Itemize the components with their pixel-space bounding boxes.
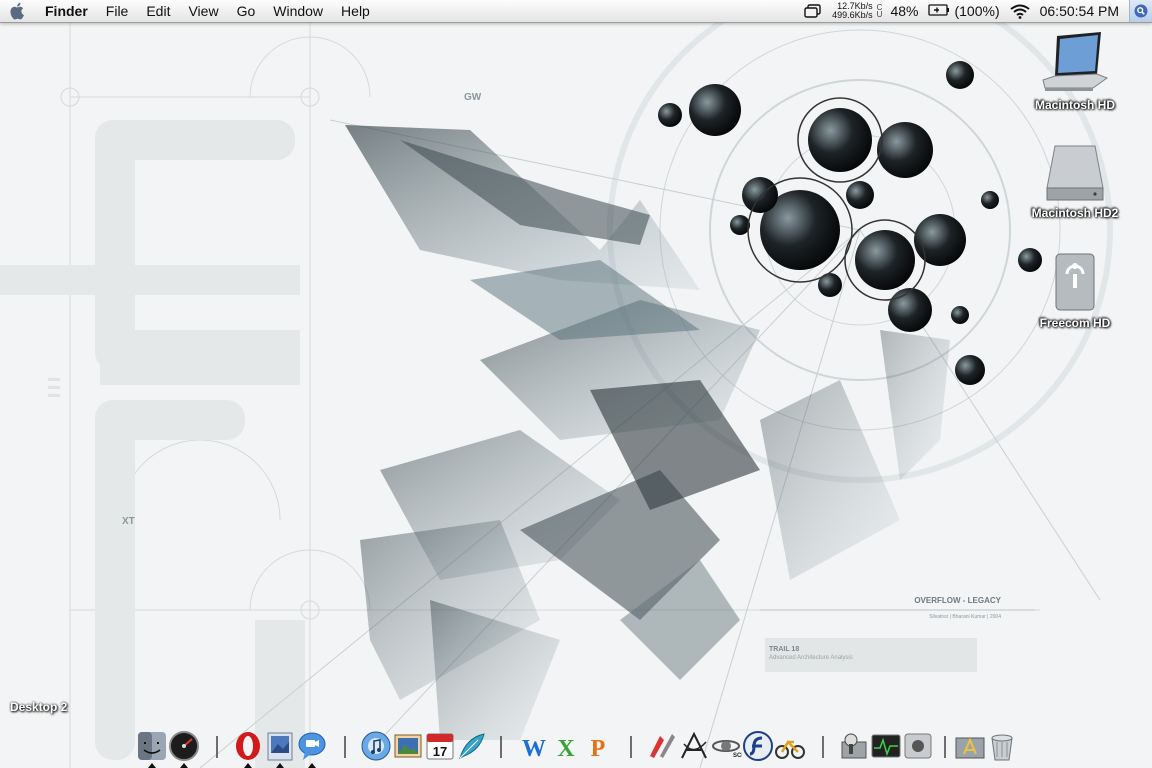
dock-item-dashboard[interactable] bbox=[168, 730, 200, 768]
dock-item-activity-monitor[interactable] bbox=[870, 730, 902, 764]
feather-icon bbox=[459, 733, 485, 759]
menu-bar: Finder File Edit View Go Window Help 12.… bbox=[0, 0, 1152, 23]
svg-text:X: X bbox=[557, 736, 575, 762]
wallpaper-tag-xt: XT bbox=[122, 516, 135, 527]
battery-plug-icon bbox=[928, 3, 950, 19]
dock-item-finder[interactable] bbox=[136, 730, 168, 768]
dock-item-itunes[interactable] bbox=[360, 730, 392, 764]
laptop-icon bbox=[1042, 32, 1109, 91]
paint-icon bbox=[650, 734, 675, 758]
dock-item-utility[interactable] bbox=[774, 730, 806, 764]
menu-edit[interactable]: Edit bbox=[137, 0, 179, 22]
powerpoint-icon: P bbox=[591, 736, 606, 762]
menu-file[interactable]: File bbox=[97, 0, 138, 22]
applications-folder-icon bbox=[955, 737, 985, 759]
menu-help[interactable]: Help bbox=[332, 0, 379, 22]
svg-text:W: W bbox=[522, 736, 546, 762]
dock-separator bbox=[344, 736, 346, 758]
battery-status[interactable]: (100%) bbox=[928, 0, 1000, 22]
activity-monitor-icon bbox=[871, 734, 901, 758]
firewire-drive-icon bbox=[1055, 253, 1095, 311]
dock-item-preview[interactable] bbox=[264, 730, 296, 768]
legend-credit: Silvatrez | Bharani Kumar | 2004 bbox=[929, 614, 1001, 620]
dock-separator bbox=[500, 736, 502, 758]
dock-item-iphoto[interactable] bbox=[392, 730, 424, 764]
trail-box-title: TRAIL 18 bbox=[769, 646, 799, 653]
menubar-clock[interactable]: 06:50:54 PM bbox=[1040, 3, 1119, 19]
network-throughput[interactable]: 12.7Kb/s 499.6Kb/s bbox=[832, 2, 873, 20]
itunes-icon bbox=[361, 731, 391, 761]
dock-item-word[interactable]: W bbox=[518, 730, 550, 764]
running-indicator bbox=[148, 763, 156, 768]
running-indicator bbox=[276, 763, 284, 768]
running-indicator bbox=[244, 763, 252, 768]
dock-item-ichat[interactable] bbox=[296, 730, 328, 768]
apple-prefs-icon bbox=[904, 733, 932, 759]
menu-window[interactable]: Window bbox=[264, 0, 332, 22]
spaces-icon[interactable] bbox=[804, 0, 822, 22]
finder-icon bbox=[138, 732, 166, 760]
dashboard-icon bbox=[169, 731, 199, 761]
desktop-icon-label: Freecom HD bbox=[1039, 316, 1111, 330]
iphoto-icon bbox=[394, 734, 422, 758]
apple-menu-icon[interactable] bbox=[0, 0, 36, 22]
dock-item-applications[interactable] bbox=[954, 730, 986, 764]
ical-date: 17 bbox=[433, 744, 447, 759]
disk-utility-icon bbox=[841, 733, 867, 759]
dock-separator bbox=[944, 736, 946, 758]
dock-separator bbox=[630, 736, 632, 758]
menu-app-name[interactable]: Finder bbox=[36, 0, 97, 22]
dock-separator bbox=[216, 736, 218, 758]
opera-icon bbox=[236, 732, 260, 760]
trash-icon bbox=[991, 734, 1013, 761]
running-indicator bbox=[180, 763, 188, 768]
wallpaper-tag-gw: GW bbox=[464, 92, 482, 103]
dock-separator bbox=[822, 736, 824, 758]
dock-item-ical[interactable]: 17 bbox=[424, 730, 456, 764]
hard-drive-icon bbox=[1046, 145, 1104, 201]
dock-item-textedit[interactable] bbox=[456, 730, 488, 764]
net-download-rate: 499.6Kb/s bbox=[832, 10, 873, 20]
desktop-icon-label: Macintosh HD2 bbox=[1031, 206, 1119, 220]
dock-item-scp[interactable]: SCP bbox=[710, 730, 742, 764]
ichat-icon bbox=[298, 732, 326, 760]
desktop-icon-label: Macintosh HD bbox=[1034, 98, 1115, 112]
legend-title: OVERFLOW - LEGACY bbox=[914, 596, 1001, 605]
space-indicator: Desktop 2 bbox=[10, 700, 68, 714]
bike-icon bbox=[775, 739, 805, 759]
dock-item-powerpoint[interactable]: P bbox=[582, 730, 614, 764]
svg-text:P: P bbox=[591, 736, 606, 762]
menu-go[interactable]: Go bbox=[228, 0, 265, 22]
trail-box-subtitle: Advanced Architecture Analysis bbox=[769, 655, 853, 661]
cpu-gauge[interactable]: C U bbox=[876, 4, 883, 19]
excel-icon: X bbox=[557, 736, 575, 762]
dock-item-excel[interactable]: X bbox=[550, 730, 582, 764]
dock-item-sketch[interactable] bbox=[646, 730, 678, 764]
desktop-icon-macintosh-hd2[interactable]: Macintosh HD2 bbox=[1020, 142, 1130, 220]
acrobat-icon bbox=[681, 731, 707, 759]
desktop-wallpaper: GW XT OVERFLOW - LEGACY Silvatrez | Bhar… bbox=[0, 0, 1152, 768]
svg-text:SCP: SCP bbox=[733, 753, 742, 759]
running-indicator bbox=[308, 763, 316, 768]
dock-item-acrobat[interactable] bbox=[678, 730, 710, 764]
battery-percent: (100%) bbox=[954, 3, 1000, 19]
cpu-percent[interactable]: 48% bbox=[890, 0, 918, 22]
gauge-label-u: U bbox=[876, 10, 883, 19]
dock: 17 W X P SC bbox=[132, 730, 1032, 768]
ical-icon: 17 bbox=[426, 733, 454, 760]
dock-item-disk-utility[interactable] bbox=[838, 730, 870, 764]
menu-view[interactable]: View bbox=[179, 0, 227, 22]
dock-item-system-prefs[interactable] bbox=[902, 730, 934, 764]
dock-item-trash[interactable] bbox=[986, 730, 1018, 764]
desktop-icon-macintosh-hd[interactable]: Macintosh HD bbox=[1020, 30, 1130, 112]
flash-icon bbox=[743, 731, 773, 761]
scp-icon: SCP bbox=[712, 740, 742, 759]
wifi-icon[interactable] bbox=[1009, 0, 1030, 22]
word-icon: W bbox=[522, 736, 546, 762]
dock-item-opera[interactable] bbox=[232, 730, 264, 768]
preview-icon bbox=[267, 732, 293, 761]
desktop-icon-freecom-hd[interactable]: Freecom HD bbox=[1020, 252, 1130, 330]
dock-item-flash[interactable] bbox=[742, 730, 774, 764]
spotlight-search-icon[interactable] bbox=[1129, 0, 1152, 22]
